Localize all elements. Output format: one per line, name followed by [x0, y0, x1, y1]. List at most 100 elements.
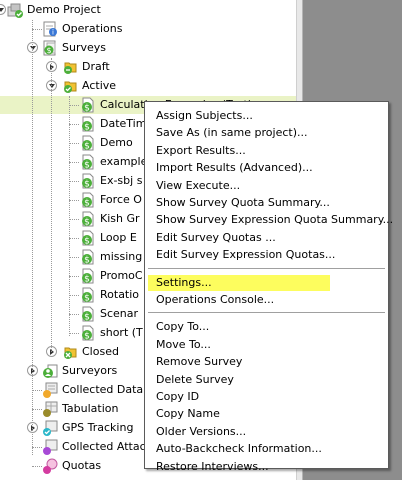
tree-connector	[69, 295, 79, 296]
tree-item-label: Demo	[100, 136, 133, 149]
menu-item[interactable]: Delete Survey	[156, 372, 234, 388]
tree-item-label: Demo Project	[27, 3, 101, 16]
tree-item[interactable]: $ Surveys	[0, 39, 296, 57]
menu-item[interactable]: Copy ID	[156, 389, 199, 405]
menu-item[interactable]: Restore Interviews...	[156, 459, 269, 475]
operations-icon: i	[42, 21, 58, 37]
svg-text:i: i	[52, 29, 54, 37]
survey-icon: $	[80, 287, 96, 304]
svg-text:$: $	[84, 104, 90, 114]
menu-item[interactable]: Older Versions...	[156, 424, 246, 440]
tree-item-label: GPS Tracking	[62, 421, 134, 434]
tree-connector	[69, 124, 79, 125]
survey-icon: $	[80, 306, 96, 323]
surveyors-icon	[42, 363, 58, 379]
survey-icon: $	[80, 325, 96, 342]
svg-text:$: $	[84, 256, 90, 266]
collected-data-icon	[42, 382, 58, 398]
tree-connector	[32, 29, 42, 30]
tree-connector	[69, 162, 79, 163]
svg-text:$: $	[84, 218, 90, 228]
menu-item[interactable]: Copy Name	[156, 406, 220, 422]
tabulation-icon	[42, 401, 58, 417]
survey-icon: $	[80, 192, 96, 209]
tree-connector	[69, 143, 79, 144]
tree-item-label: Quotas	[62, 459, 102, 472]
menu-item[interactable]: Edit Survey Quotas ...	[156, 230, 276, 246]
menu-item[interactable]: Edit Survey Expression Quotas...	[156, 247, 335, 263]
tree-item-label: Rotatio	[100, 288, 140, 301]
menu-item[interactable]: Assign Subjects...	[156, 108, 253, 124]
tree-connector	[32, 390, 42, 391]
tree-connector	[32, 447, 42, 448]
menu-item[interactable]: Remove Survey	[156, 354, 242, 370]
survey-icon: $	[80, 211, 96, 228]
tree-connector	[69, 333, 79, 334]
tree-item-label: DateTim	[100, 117, 147, 130]
tree-item-label: Draft	[82, 60, 110, 73]
menu-item[interactable]: Show Survey Quota Summary...	[156, 195, 330, 211]
menu-item[interactable]: Auto-Backcheck Information...	[156, 441, 322, 457]
tree-item-label: PromoC	[100, 269, 143, 282]
collapse-toggle-icon[interactable]	[0, 4, 6, 15]
svg-text:$: $	[84, 180, 90, 190]
svg-text:$: $	[84, 199, 90, 209]
survey-icon: $	[80, 230, 96, 247]
menu-item[interactable]: Export Results...	[156, 143, 246, 159]
menu-item[interactable]: Show Survey Expression Quota Summary...	[156, 212, 393, 228]
menu-item[interactable]: Copy To...	[156, 319, 209, 335]
active-folder-icon	[62, 78, 78, 94]
menu-item[interactable]: Move To...	[156, 337, 211, 353]
tree-connector	[69, 238, 79, 239]
svg-text:$: $	[46, 46, 51, 55]
survey-icon: $	[80, 268, 96, 285]
tree-connector	[69, 200, 79, 201]
context-menu: Assign Subjects... Save As (in same proje…	[144, 101, 393, 473]
tree-connector	[69, 257, 79, 258]
tree-item-label: missing	[100, 250, 143, 263]
tree-connector	[32, 409, 42, 410]
menu-item[interactable]: Save As (in same project)...	[156, 125, 307, 141]
tree-item-label: Surveyors	[62, 364, 118, 377]
svg-text:$: $	[84, 142, 90, 152]
menu-separator	[148, 267, 385, 269]
tree-item-label: short (T	[100, 326, 143, 339]
tree-connector	[69, 219, 79, 220]
tree-guide-line	[32, 20, 33, 455]
tree-item-label: Kish Gr	[100, 212, 140, 225]
tree-item-label: Surveys	[62, 41, 106, 54]
tree-item-label: example	[100, 155, 148, 168]
tree-item-label: Operations	[62, 22, 123, 35]
menu-item[interactable]: Operations Console...	[156, 292, 274, 308]
tree-item-label: Active	[82, 79, 117, 92]
tree-item[interactable]: Active	[0, 77, 296, 95]
tree-item[interactable]: i Operations	[0, 20, 296, 38]
surveys-icon: $	[42, 40, 58, 56]
survey-icon: $	[80, 97, 96, 114]
tree-item-label: Tabulation	[62, 402, 119, 415]
tree-connector	[69, 314, 79, 315]
svg-text:$: $	[84, 332, 90, 342]
tree-item[interactable]: Draft	[0, 58, 296, 76]
survey-icon: $	[80, 116, 96, 133]
menu-item[interactable]: View Execute...	[156, 178, 240, 194]
tree-guide-line	[51, 58, 52, 352]
menu-item-highlighted[interactable]: Settings...	[148, 275, 330, 291]
menu-item[interactable]: Import Results (Advanced)...	[156, 160, 313, 176]
svg-text:$: $	[84, 313, 90, 323]
svg-text:$: $	[84, 123, 90, 133]
tree-item-label: Scenar	[100, 307, 139, 320]
tree-item[interactable]: Demo Project	[0, 1, 296, 19]
project-icon	[7, 2, 23, 18]
tree-item-label: Closed	[82, 345, 119, 358]
tree-connector	[69, 181, 79, 182]
survey-icon: $	[80, 154, 96, 171]
attachments-icon	[42, 439, 58, 455]
svg-text:$: $	[84, 237, 90, 247]
tree-item-label: Collected Attach	[62, 440, 153, 453]
survey-icon: $	[80, 249, 96, 266]
closed-folder-icon	[62, 344, 78, 360]
tree-item-label: Force O	[100, 193, 142, 206]
tree-connector	[32, 466, 42, 467]
svg-text:$: $	[84, 294, 90, 304]
